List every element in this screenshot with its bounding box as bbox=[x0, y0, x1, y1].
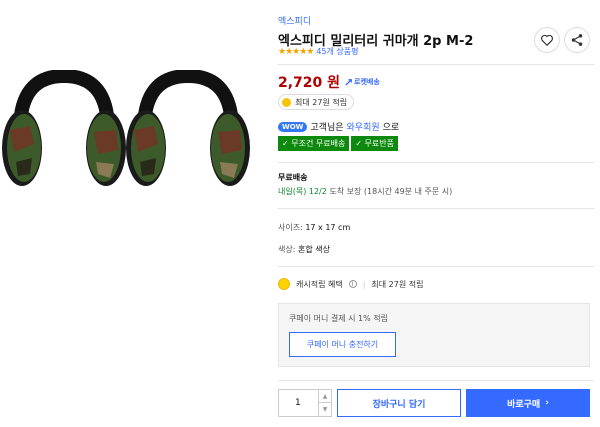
divider bbox=[278, 208, 594, 209]
delivery-date: 내일(목) 12/2 bbox=[278, 187, 327, 196]
quantity-value[interactable]: 1 bbox=[295, 398, 301, 408]
cash-detail: 최대 27원 적립 bbox=[371, 279, 424, 289]
product-image[interactable] bbox=[0, 70, 268, 200]
free-shipping-badge: ✓ 무조건 무료배송 bbox=[278, 136, 350, 151]
chevron-down-icon[interactable]: ▼ bbox=[319, 403, 331, 416]
buy-now-button[interactable]: 바로구매 › bbox=[466, 389, 590, 417]
shipping-label: 무료배송 bbox=[278, 173, 308, 182]
chevron-right-icon: › bbox=[545, 398, 549, 408]
divider bbox=[278, 380, 594, 381]
share-icon bbox=[571, 34, 583, 46]
add-to-cart-button[interactable]: 장바구니 담기 bbox=[337, 389, 461, 417]
earmuff-image-left bbox=[2, 70, 126, 186]
share-button[interactable] bbox=[564, 27, 590, 53]
size-option: 사이즈: 17 x 17 cm bbox=[278, 222, 350, 233]
size-value: 17 x 17 cm bbox=[305, 223, 351, 232]
wow-badge: WOW bbox=[278, 121, 308, 132]
color-value: 혼합 색상 bbox=[297, 245, 330, 254]
divider bbox=[278, 64, 594, 65]
wow-member-link[interactable]: 와우회원 bbox=[347, 120, 380, 133]
wow-text-suffix: 으로 bbox=[382, 123, 400, 133]
cash-separator: | bbox=[362, 279, 366, 289]
info-icon[interactable]: i bbox=[348, 280, 357, 288]
cash-reward-row: 캐시적립 혜택 i | 최대 27원 적립 bbox=[278, 278, 423, 290]
benefit-row: ✓ 무조건 무료배송 ✓ 무료반품 bbox=[278, 136, 398, 151]
divider bbox=[278, 162, 594, 163]
rating-row: ★★★★★ 45개 상품평 bbox=[278, 46, 359, 57]
heart-icon bbox=[541, 34, 553, 47]
delivery-estimate: 내일(목) 12/2 도착 보장 (18시간 49분 내 주문 시) bbox=[278, 186, 452, 197]
reward-chip: 최대 27원 적립 bbox=[278, 94, 355, 110]
chevron-up-icon[interactable]: ▲ bbox=[319, 390, 331, 403]
rocket-icon bbox=[345, 78, 352, 86]
coupay-box: 쿠페이 머니 결제 시 1% 적립 쿠페이 머니 충전하기 bbox=[278, 303, 590, 367]
buy-now-label: 바로구매 bbox=[507, 399, 541, 410]
quantity-stepper[interactable]: 1 ▲ ▼ bbox=[278, 389, 332, 417]
rocket-label: 로켓배송 bbox=[354, 78, 380, 86]
delivery-guarantee: 도착 보장 bbox=[329, 187, 362, 196]
rating-stars: ★★★★★ bbox=[278, 46, 314, 57]
rocket-badge: 로켓배송 bbox=[344, 77, 380, 87]
coin-icon bbox=[282, 97, 291, 107]
wishlist-button[interactable] bbox=[534, 27, 560, 53]
brand-link[interactable]: 엑스피디 bbox=[278, 14, 311, 27]
wow-text-prefix: 고객님은 bbox=[310, 123, 344, 133]
divider bbox=[278, 266, 594, 267]
size-label: 사이즈: bbox=[278, 223, 303, 232]
price-row: 2,720 원 로켓배송 bbox=[278, 72, 380, 92]
color-label: 색상: bbox=[278, 245, 296, 254]
delivery-note: (18시간 49분 내 주문 시) bbox=[363, 187, 453, 196]
review-count-link[interactable]: 45개 상품평 bbox=[316, 46, 358, 57]
price: 2,720 원 bbox=[278, 75, 341, 91]
earmuff-image-right bbox=[126, 70, 250, 186]
color-option: 색상: 혼합 색상 bbox=[278, 244, 330, 255]
wow-row: WOW 고객님은 와우회원 으로 bbox=[278, 120, 399, 133]
coupay-charge-button[interactable]: 쿠페이 머니 충전하기 bbox=[289, 332, 396, 357]
quantity-arrows: ▲ ▼ bbox=[318, 390, 331, 416]
cash-coin-icon bbox=[278, 278, 290, 290]
reward-text: 최대 27원 적립 bbox=[295, 97, 348, 107]
product-info-panel: 엑스피디 엑스피디 밀리터리 귀마개 2p M-2 ★★★★★ 45개 상품평 … bbox=[278, 0, 596, 427]
free-return-badge: ✓ 무료반품 bbox=[351, 136, 398, 151]
cash-label: 캐시적립 혜택 bbox=[296, 279, 343, 289]
coupay-text: 쿠페이 머니 결제 시 1% 적립 bbox=[289, 314, 389, 323]
